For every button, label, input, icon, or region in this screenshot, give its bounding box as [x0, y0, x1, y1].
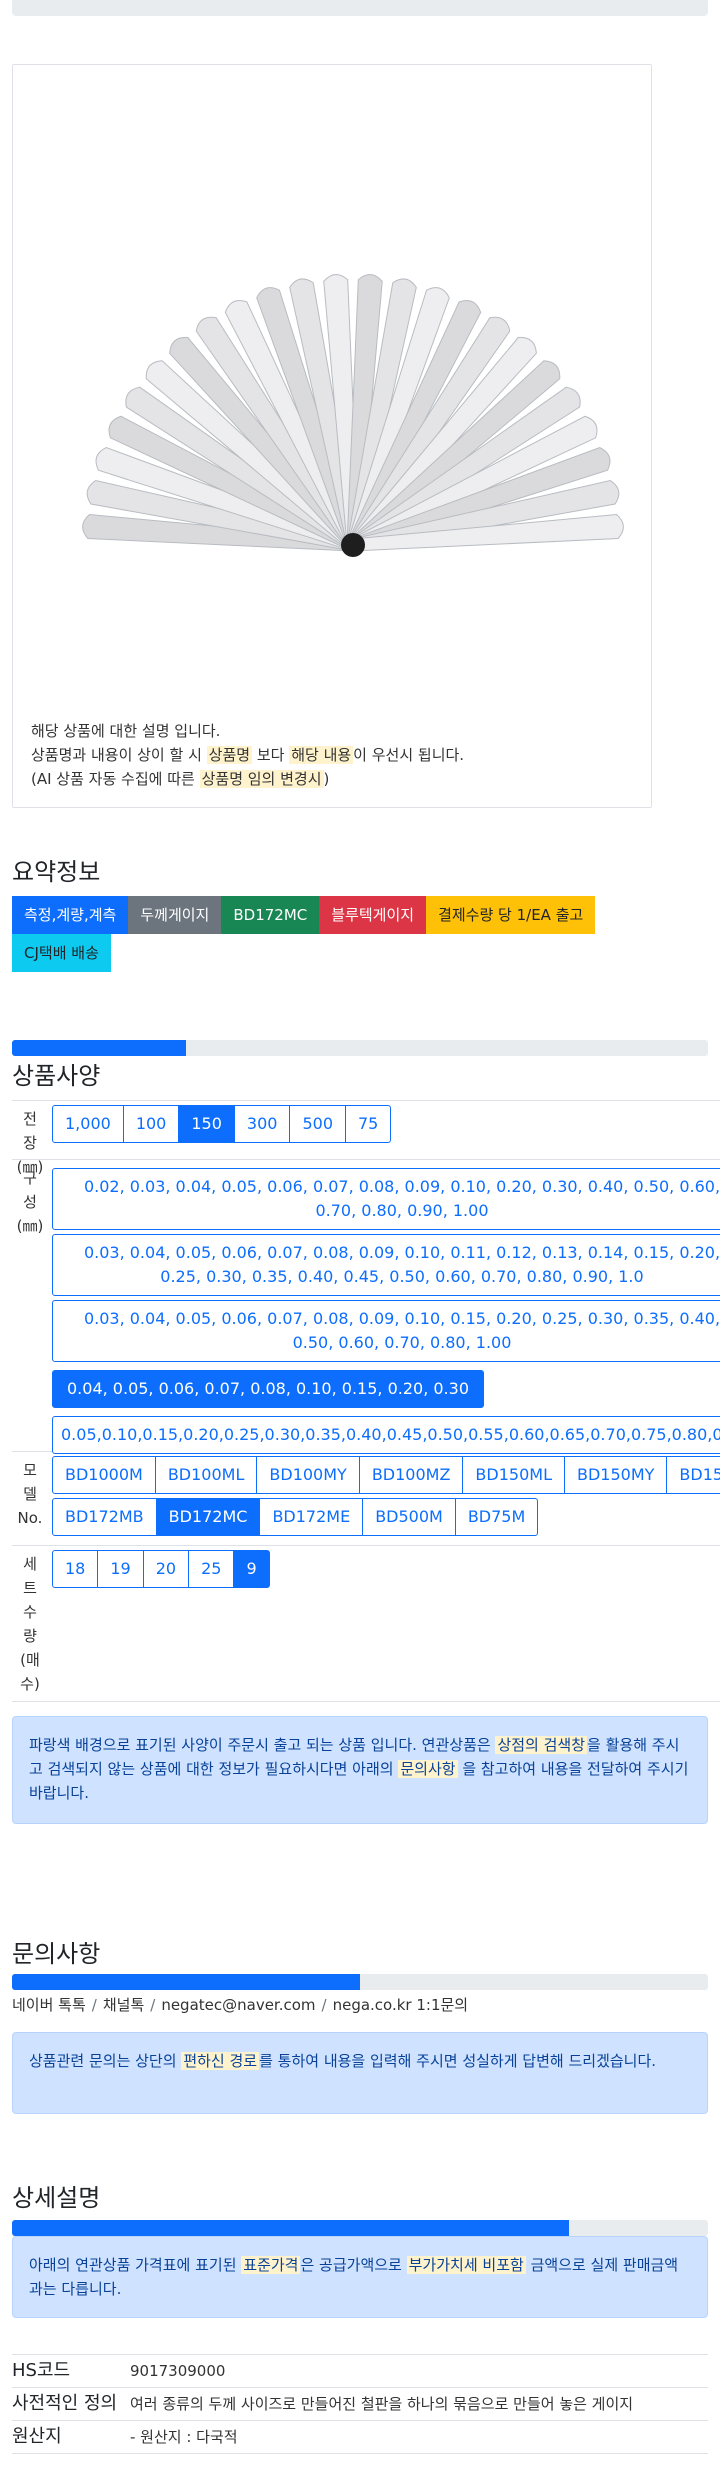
spec-row-composition: 구 성 (㎜) 0.02, 0.03, 0.04, 0.05, 0.06, 0.… — [12, 1160, 720, 1454]
detail-key: 사전적인 정의 — [12, 2393, 118, 2414]
model-option[interactable]: BD100ML — [154, 1456, 258, 1494]
composition-option[interactable]: 0.04, 0.05, 0.06, 0.07, 0.08, 0.10, 0.15… — [52, 1370, 484, 1408]
tag-row: 측정,계량,계측 두께게이지 BD172MC 블루텍게이지 결제수량 당 1/EA 출고 — [12, 896, 672, 934]
detail-value: - 원산지 : 다국적 — [130, 2428, 238, 2446]
detail-progress-fill — [12, 2220, 569, 2236]
spec-label-composition: 구 성 (㎜) — [16, 1169, 44, 1235]
detail-title: 상세설명 — [12, 2184, 101, 2212]
detail-row: 사전적인 정의 여러 종류의 두께 사이즈로 만들어진 철판을 하나의 묶음으로 … — [12, 2388, 708, 2421]
inquiry-title: 문의사항 — [12, 1940, 101, 1968]
length-option[interactable]: 75 — [345, 1105, 392, 1143]
summary-tags: 측정,계량,계측 두께게이지 BD172MC 블루텍게이지 결제수량 당 1/EA 출고… — [12, 896, 672, 972]
detail-value: 9017309000 — [130, 2362, 226, 2380]
spec-row-sheets: 세 트 수 량 (매 수) 18 19 20 25 9 — [12, 1546, 720, 1702]
model-option[interactable]: BD150ML — [462, 1456, 565, 1494]
detail-key: 원산지 — [12, 2426, 62, 2447]
sheet-count-option[interactable]: 20 — [142, 1550, 190, 1588]
summary-tag: 두께게이지 — [128, 896, 222, 934]
model-option[interactable]: BD500M — [362, 1498, 456, 1536]
model-option[interactable]: BD1000M — [52, 1456, 156, 1494]
composition-option[interactable]: 0.05,0.10,0.15,0.20,0.25,0.30,0.35,0.40,… — [52, 1416, 720, 1454]
length-option[interactable]: 100 — [122, 1105, 180, 1143]
spec-progress-fill — [12, 1040, 186, 1056]
detail-table: HS코드 9017309000 사전적인 정의 여러 종류의 두께 사이즈로 만들어진… — [12, 2354, 708, 2454]
spec-title: 상품사양 — [12, 1062, 101, 1090]
length-options: 1,000 100 150 300 500 75 — [52, 1105, 720, 1143]
summary-tag: BD172MC — [221, 896, 320, 934]
model-option[interactable]: BD172MC — [155, 1498, 261, 1536]
spec-row-length: 전 장 (㎜) 1,000 100 150 300 500 75 — [12, 1100, 720, 1176]
spec-row-model: 모 델 No. BD1000M BD100ML BD100MY BD100MZ BD15… — [12, 1452, 720, 1546]
notice-line-3: (AI 상품 자동 수집에 따른 상품명 임의 변경시) — [31, 770, 330, 788]
feeler-gauge-image — [82, 274, 624, 557]
sheet-count-option[interactable]: 9 — [233, 1550, 270, 1588]
contact-links: 네이버 톡톡 / 채널톡 / negatec@naver.com / nega.co.kr … — [12, 1994, 468, 2015]
composition-option-wrap: 0.03, 0.04, 0.05, 0.06, 0.07, 0.08, 0.09… — [52, 1300, 720, 1362]
model-options-row-2: BD172MB BD172MC BD172ME BD500M BD75M — [52, 1498, 720, 1536]
model-option[interactable]: BD75M — [454, 1498, 539, 1536]
model-options-row-1: BD1000M BD100ML BD100MY BD100MZ BD150ML BD150… — [52, 1456, 720, 1494]
summary-title: 요약정보 — [12, 858, 101, 886]
length-option[interactable]: 300 — [233, 1105, 291, 1143]
product-notice: 해당 상품에 대한 설명 입니다. 상품명과 내용이 상이 할 시 상품명 보다… — [31, 719, 464, 791]
composition-option-wrap: 0.02, 0.03, 0.04, 0.05, 0.06, 0.07, 0.08… — [52, 1168, 720, 1230]
summary-tag: 블루텍게이지 — [319, 896, 427, 934]
model-option[interactable]: BD150MY — [563, 1456, 668, 1494]
sheet-count-option[interactable]: 18 — [52, 1550, 99, 1588]
length-option[interactable]: 1,000 — [52, 1105, 124, 1143]
notice-line-2: 상품명과 내용이 상이 할 시 상품명 보다 해당 내용 이 우선시 됩니다. — [31, 746, 465, 764]
summary-tag: CJ택배 배송 — [12, 934, 111, 972]
inquiry-info-box: 상품관련 문의는 상단의 편하신 경로 를 통하여 내용을 입력해 주시면 성실하… — [12, 2032, 708, 2114]
composition-option-wrap: 0.03, 0.04, 0.05, 0.06, 0.07, 0.08, 0.09… — [52, 1234, 720, 1296]
contact-link[interactable]: negatec@naver.com — [161, 1996, 315, 2014]
detail-info-box: 아래의 연관상품 가격표에 표기된 표준가격 은 공급가액으로 부가가치세 비포함… — [12, 2236, 708, 2318]
spec-info-box: 파랑색 배경으로 표기된 사양이 주문시 출고 되는 상품 입니다. 연관상품은… — [12, 1716, 708, 1824]
composition-option[interactable]: 0.03, 0.04, 0.05, 0.06, 0.07, 0.08, 0.09… — [52, 1234, 720, 1296]
model-option[interactable]: BD100MZ — [358, 1456, 464, 1494]
summary-tag: 결제수량 당 1/EA 출고 — [426, 896, 596, 934]
contact-link[interactable]: 네이버 톡톡 — [12, 1996, 86, 2014]
model-option[interactable]: BD172ME — [259, 1498, 364, 1536]
link-separator: / — [321, 1996, 327, 2014]
model-option[interactable]: BD100MY — [256, 1456, 360, 1494]
sheet-count-option[interactable]: 25 — [188, 1550, 235, 1588]
detail-value: 여러 종류의 두께 사이즈로 만들어진 철판을 하나의 묶음으로 만들어 놓은 … — [130, 2395, 634, 2413]
composition-option-wrap: 0.04, 0.05, 0.06, 0.07, 0.08, 0.10, 0.15… — [52, 1366, 720, 1412]
contact-link[interactable]: 채널톡 — [103, 1996, 144, 2014]
length-option[interactable]: 500 — [289, 1105, 346, 1143]
inquiry-progress — [12, 1974, 708, 1990]
composition-option[interactable]: 0.02, 0.03, 0.04, 0.05, 0.06, 0.07, 0.08… — [52, 1168, 720, 1230]
notice-line-1: 해당 상품에 대한 설명 입니다. — [31, 722, 221, 740]
detail-progress — [12, 2220, 708, 2236]
detail-key: HS코드 — [12, 2360, 71, 2381]
composition-option[interactable]: 0.03, 0.04, 0.05, 0.06, 0.07, 0.08, 0.09… — [52, 1300, 720, 1362]
composition-options: 0.02, 0.03, 0.04, 0.05, 0.06, 0.07, 0.08… — [52, 1160, 720, 1462]
spec-table: 전 장 (㎜) 1,000 100 150 300 500 75 구 성 (㎜) 0.02… — [12, 1100, 720, 1702]
spec-progress — [12, 1040, 708, 1056]
product-page: 해당 상품에 대한 설명 입니다. 상품명과 내용이 상이 할 시 상품명 보다… — [0, 0, 720, 2476]
tag-row: CJ택배 배송 — [12, 934, 672, 972]
composition-option-wrap: 0.05,0.10,0.15,0.20,0.25,0.30,0.35,0.40,… — [52, 1416, 720, 1454]
length-option[interactable]: 150 — [178, 1105, 235, 1143]
sheet-count-options: 18 19 20 25 9 — [52, 1550, 720, 1588]
gauge-pivot — [341, 533, 365, 557]
link-separator: / — [150, 1996, 156, 2014]
spec-label-sheets: 세 트 수 량 (매 수) — [20, 1555, 40, 1693]
model-option[interactable]: BD150MZ — [666, 1456, 720, 1494]
summary-tag: 측정,계량,계측 — [12, 896, 129, 934]
product-image-card: 해당 상품에 대한 설명 입니다. 상품명과 내용이 상이 할 시 상품명 보다… — [12, 64, 652, 808]
inquiry-progress-fill — [12, 1974, 360, 1990]
sheet-count-option[interactable]: 19 — [97, 1550, 144, 1588]
detail-row: 원산지 - 원산지 : 다국적 — [12, 2421, 708, 2454]
contact-link[interactable]: nega.co.kr 1:1문의 — [333, 1996, 469, 2014]
spec-label-model: 모 델 No. — [17, 1461, 43, 1527]
top-progress-bar — [12, 0, 708, 16]
model-option[interactable]: BD172MB — [52, 1498, 157, 1536]
detail-row: HS코드 9017309000 — [12, 2354, 708, 2388]
link-separator: / — [91, 1996, 97, 2014]
